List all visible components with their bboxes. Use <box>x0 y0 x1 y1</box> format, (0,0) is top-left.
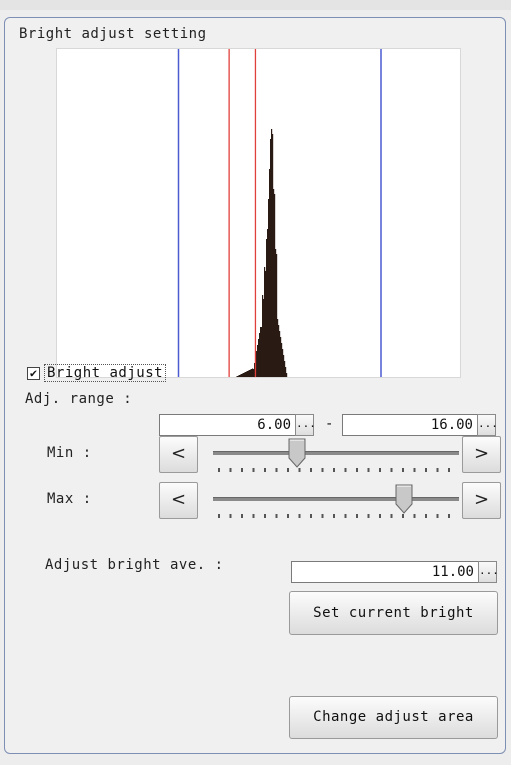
min-slider-track <box>213 451 459 455</box>
max-slider-ticks <box>218 514 454 518</box>
min-slider[interactable] <box>213 436 459 476</box>
histogram-bar <box>235 377 236 378</box>
bright-adjust-label[interactable]: Bright adjust <box>44 364 167 382</box>
bright-adjust-row[interactable]: ✔ Bright adjust <box>27 363 167 383</box>
adj-range-min-browse-button[interactable]: ... <box>295 414 316 436</box>
max-increase-button[interactable]: > <box>462 482 501 519</box>
chevron-left-icon: < <box>170 443 187 464</box>
histogram-bar <box>289 377 290 378</box>
adj-range-min-field[interactable]: 6.00 <box>159 414 296 436</box>
adj-range-max-browse-button[interactable]: ... <box>477 414 498 436</box>
histogram-bar <box>288 377 289 378</box>
histogram-view <box>56 48 461 378</box>
bright-adjust-setting-group: Bright adjust setting ✔ Bright adjust Ad… <box>4 17 506 754</box>
min-slider-thumb[interactable] <box>288 438 306 468</box>
change-adjust-area-button[interactable]: Change adjust area <box>289 696 498 739</box>
max-slider[interactable] <box>213 482 459 522</box>
max-slider-track <box>213 497 459 501</box>
adjust-bright-ave-browse-button[interactable]: ... <box>478 561 499 583</box>
min-slider-ticks <box>218 468 454 472</box>
range-separator: - <box>325 416 334 432</box>
histogram-chart <box>177 49 382 378</box>
chevron-right-icon: > <box>473 443 490 464</box>
chevron-right-icon: > <box>473 489 490 510</box>
checkmark-icon: ✔ <box>29 366 38 380</box>
histogram-bar <box>287 377 288 378</box>
histogram-bar <box>286 373 288 377</box>
min-increase-button[interactable]: > <box>462 436 501 473</box>
max-decrease-button[interactable]: < <box>159 482 198 519</box>
max-label: Max : <box>47 491 92 507</box>
max-slider-thumb[interactable] <box>395 484 413 514</box>
chevron-left-icon: < <box>170 489 187 510</box>
group-title: Bright adjust setting <box>17 26 209 42</box>
min-decrease-button[interactable]: < <box>159 436 198 473</box>
set-current-bright-button[interactable]: Set current bright <box>289 591 498 635</box>
adj-range-max-field[interactable]: 16.00 <box>342 414 478 436</box>
adj-range-label: Adj. range : <box>25 391 133 407</box>
bright-adjust-checkbox[interactable]: ✔ <box>27 366 40 380</box>
window-top-strip <box>0 0 511 10</box>
adjust-bright-ave-field[interactable]: 11.00 <box>291 561 479 583</box>
adjust-bright-ave-label: Adjust bright ave. : <box>45 557 224 573</box>
min-label: Min : <box>47 445 92 461</box>
